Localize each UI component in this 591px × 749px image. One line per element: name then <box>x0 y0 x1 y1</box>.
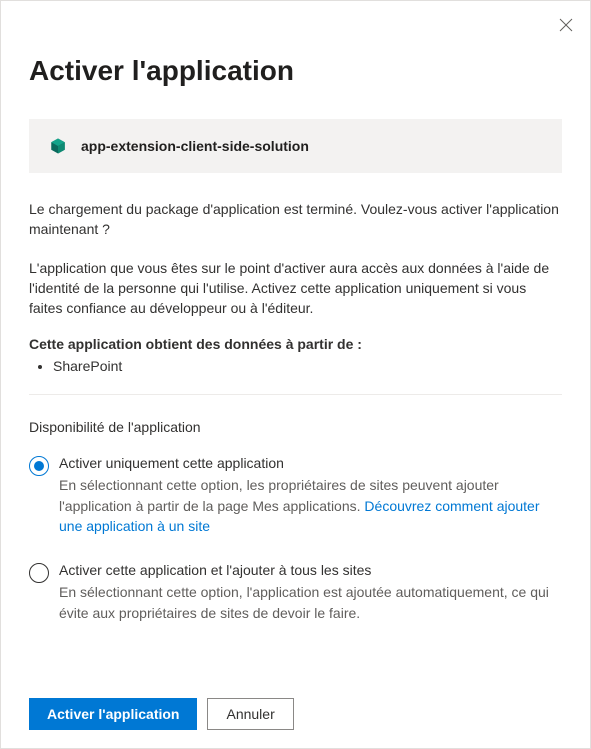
dialog-footer: Activer l'application Annuler <box>29 698 294 730</box>
sources-label: Cette application obtient des données à … <box>29 336 562 352</box>
close-icon <box>559 18 573 32</box>
radio-description: En sélectionnant cette option, les propr… <box>59 475 562 536</box>
cancel-button[interactable]: Annuler <box>207 698 293 730</box>
radio-label: Activer uniquement cette application <box>59 455 562 471</box>
warning-text: L'application que vous êtes sur le point… <box>29 258 562 319</box>
radio-description: En sélectionnant cette option, l'applica… <box>59 582 562 623</box>
radio-label: Activer cette application et l'ajouter à… <box>59 562 562 578</box>
close-button[interactable] <box>556 15 576 35</box>
intro-text: Le chargement du package d'application e… <box>29 199 562 240</box>
radio-option-enable-only[interactable]: Activer uniquement cette application En … <box>29 455 562 536</box>
divider <box>29 394 562 395</box>
package-icon <box>49 137 67 155</box>
dialog-title: Activer l'application <box>29 55 562 87</box>
radio-content: Activer uniquement cette application En … <box>59 455 562 536</box>
app-banner: app-extension-client-side-solution <box>29 119 562 173</box>
radio-content: Activer cette application et l'ajouter à… <box>59 562 562 623</box>
availability-title: Disponibilité de l'application <box>29 419 562 435</box>
activate-button[interactable]: Activer l'application <box>29 698 197 730</box>
radio-input-enable-only[interactable] <box>29 456 49 476</box>
radio-desc-text: En sélectionnant cette option, l'applica… <box>59 584 549 620</box>
sources-list: SharePoint <box>29 358 562 374</box>
radio-option-enable-all[interactable]: Activer cette application et l'ajouter à… <box>29 562 562 623</box>
source-item: SharePoint <box>53 358 562 374</box>
radio-input-enable-all[interactable] <box>29 563 49 583</box>
app-name: app-extension-client-side-solution <box>81 138 309 154</box>
